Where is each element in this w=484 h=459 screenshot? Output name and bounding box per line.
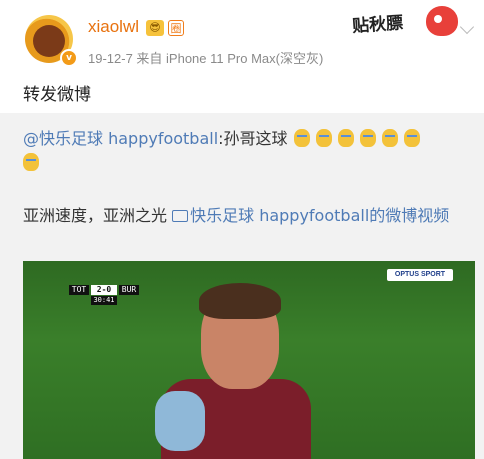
crying-emoji-icon <box>293 129 310 147</box>
circle-badge-icon[interactable]: 圈 <box>168 20 184 36</box>
repost-card[interactable]: @快乐足球 happyfootball:孙哥这球 亚洲速度，亚洲之光 快乐足球 … <box>0 113 484 459</box>
post-text: 转发微博 <box>23 85 91 105</box>
sticker-text: 贴秋膘 <box>351 13 404 37</box>
player-hair <box>199 283 281 319</box>
video-link[interactable]: 快乐足球 happyfootball的微博视频 <box>172 206 449 225</box>
repost-text-line: @快乐足球 happyfootball:孙哥这球 <box>23 125 420 149</box>
crying-emoji-icon <box>315 129 332 147</box>
crying-emoji-icon <box>403 129 420 147</box>
chevron-down-icon[interactable] <box>459 19 475 35</box>
avatar-face <box>33 25 65 57</box>
player-sleeve <box>155 391 205 451</box>
video-icon <box>172 210 189 222</box>
repost-caption: 亚洲速度，亚洲之光 快乐足球 happyfootball的微博视频 <box>23 203 473 229</box>
match-time: 30:41 <box>91 296 117 305</box>
repost-text: :孙哥这球 <box>218 129 288 148</box>
crying-emoji-icon <box>381 129 398 147</box>
crying-emoji-icon <box>359 129 376 147</box>
crying-emoji-icon <box>23 153 39 171</box>
vip-badge-icon[interactable]: 😎 <box>146 20 164 36</box>
crying-emoji-icon <box>337 129 354 147</box>
mention-link[interactable]: @快乐足球 happyfootball <box>23 129 218 148</box>
post-meta: 19-12-7 来自 iPhone 11 Pro Max(深空灰) <box>88 51 324 66</box>
away-team: BUR <box>119 285 139 295</box>
home-team: TOT <box>69 285 89 295</box>
emoji-row <box>23 153 39 172</box>
sticker: 贴秋膘 <box>350 4 460 42</box>
caption-text: 亚洲速度，亚洲之光 <box>23 206 168 225</box>
post-header: v xiaolwl 😎 圈 19-12-7 来自 iPhone 11 Pro M… <box>0 0 484 72</box>
video-link-label: 快乐足球 happyfootball的微博视频 <box>190 206 450 225</box>
score: 2-0 <box>91 285 117 295</box>
fish-sticker-icon <box>426 6 458 36</box>
verified-badge-icon: v <box>60 49 78 67</box>
scorebug: TOT 2-0 BUR 30:41 <box>67 283 143 307</box>
username-link[interactable]: xiaolwl <box>88 17 139 37</box>
video-player[interactable]: TOT 2-0 BUR 30:41 OPTUS SPORT <box>23 261 475 459</box>
broadcaster-logo: OPTUS SPORT <box>387 269 453 281</box>
